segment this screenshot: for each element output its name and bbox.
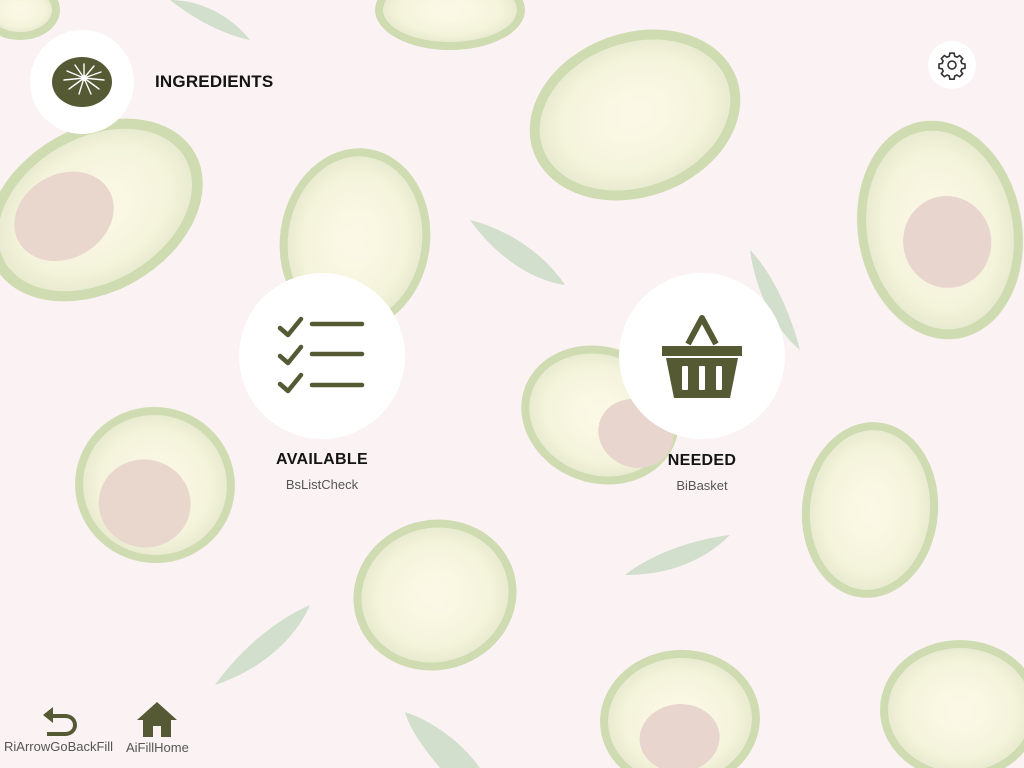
needed-icon-name: BiBasket	[676, 478, 728, 493]
home-button[interactable]: AiFillHome	[126, 700, 189, 755]
settings-button[interactable]	[928, 41, 976, 89]
needed-label: NEEDED	[667, 452, 737, 469]
arrow-go-back-icon	[42, 707, 77, 736]
home-label: AiFillHome	[126, 740, 189, 755]
app-logo	[30, 30, 134, 134]
basket-icon	[662, 315, 742, 398]
back-button[interactable]: RiArrowGoBackFill	[4, 703, 113, 754]
available-label: AVAILABLE	[276, 451, 368, 468]
gear-icon	[938, 52, 966, 80]
needed-button[interactable]	[619, 273, 785, 439]
back-label: RiArrowGoBackFill	[4, 739, 114, 754]
available-button[interactable]	[239, 273, 405, 439]
list-check-icon	[277, 316, 365, 394]
avocado-logo-icon	[52, 57, 112, 107]
available-icon-name: BsListCheck	[285, 477, 359, 492]
home-icon	[137, 702, 178, 737]
page-title: INGREDIENTS	[155, 72, 274, 91]
avocado-background	[0, 0, 1024, 768]
